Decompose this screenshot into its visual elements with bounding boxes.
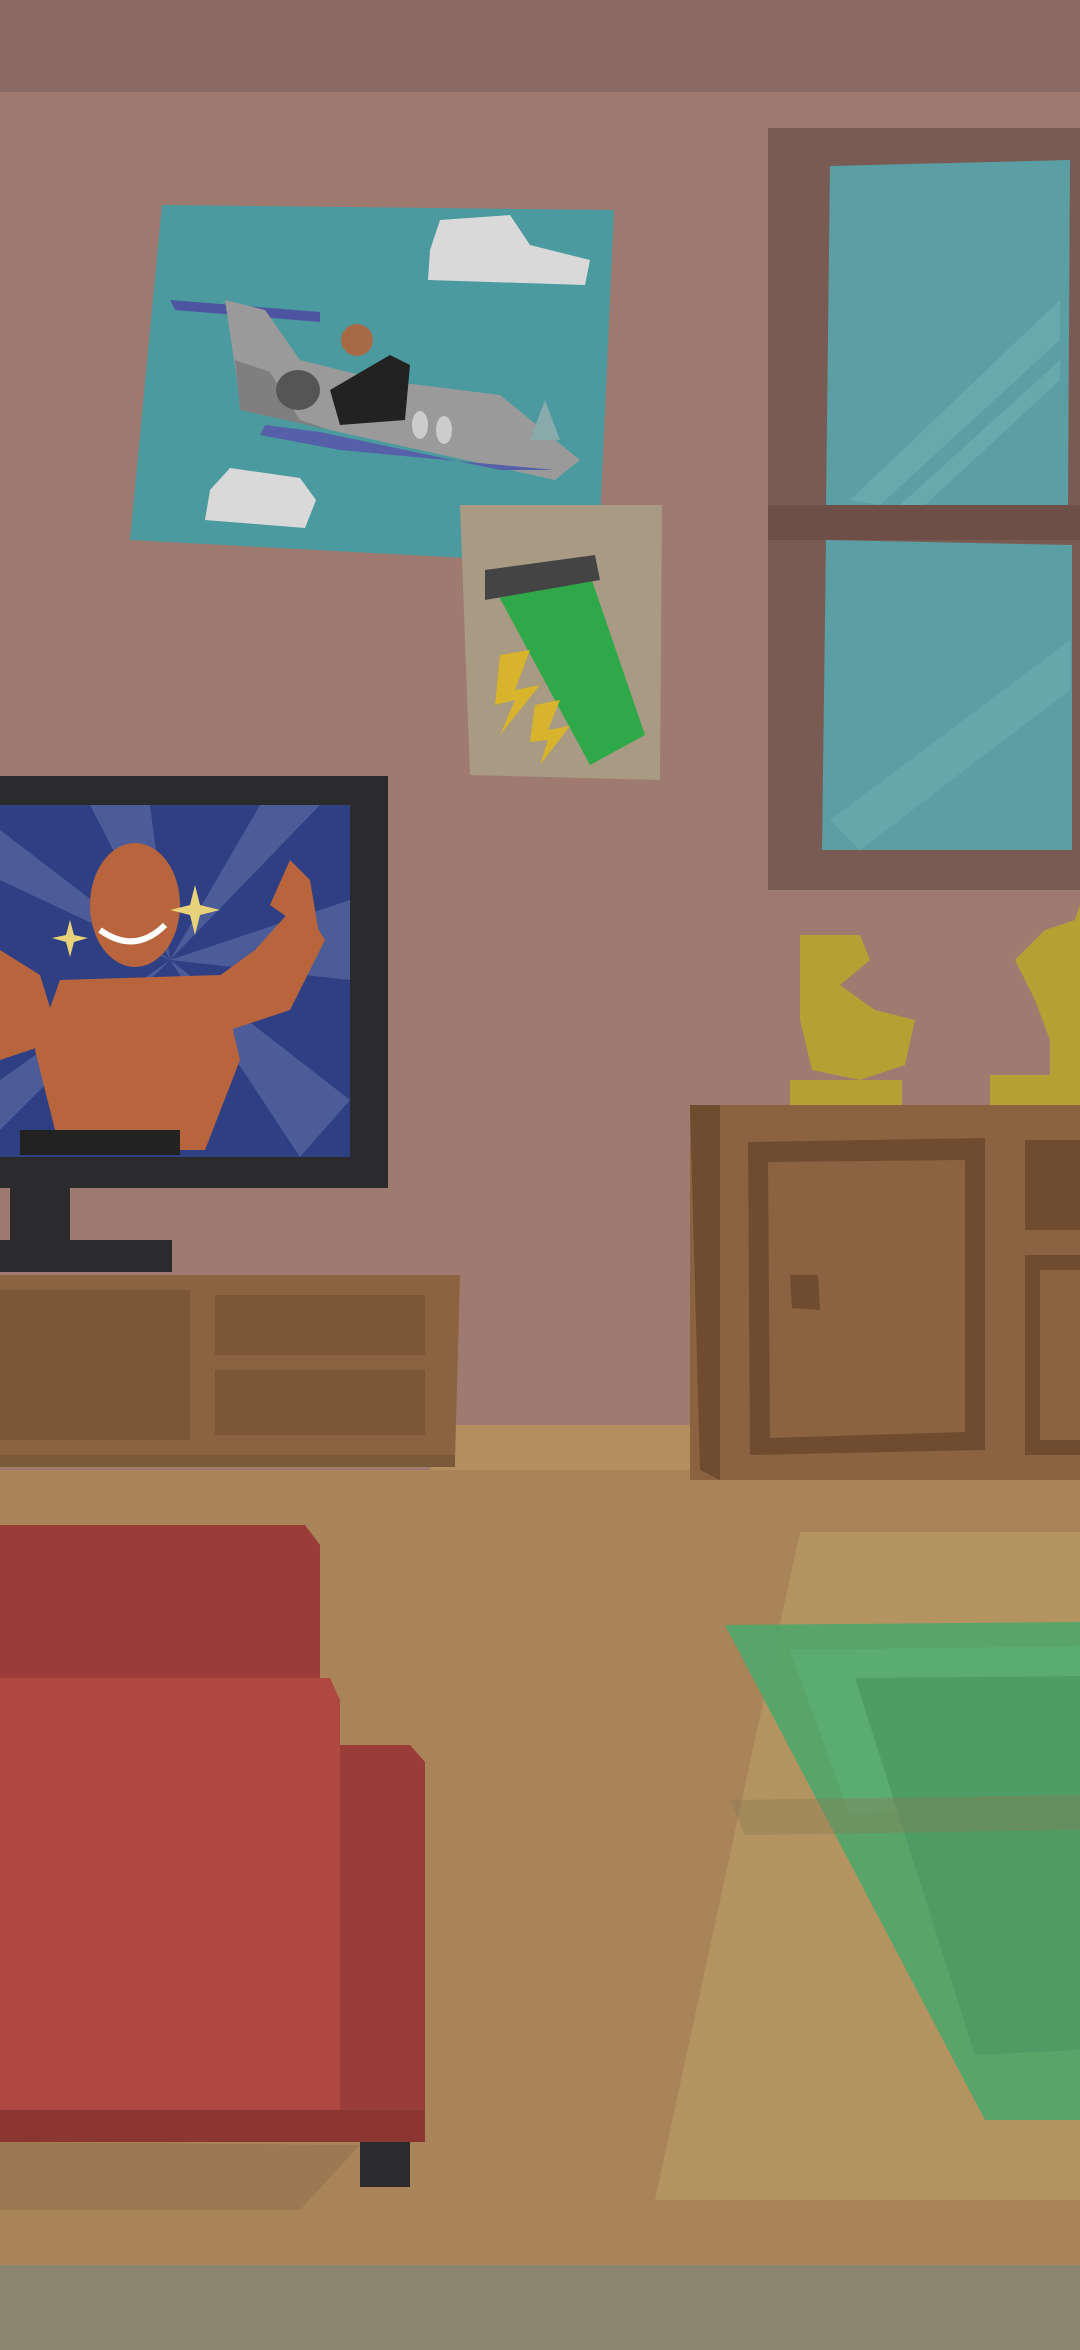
tv-screen bbox=[0, 805, 350, 1157]
cabinet bbox=[690, 1105, 1080, 1480]
floor-step bbox=[430, 1425, 710, 1470]
ceiling bbox=[0, 0, 1080, 92]
poster-energy-can bbox=[460, 505, 662, 780]
scene-canvas bbox=[0, 0, 1080, 2350]
tv-stand bbox=[0, 1275, 460, 1467]
game-scene bbox=[0, 0, 1080, 2350]
window bbox=[768, 128, 1080, 890]
floor-trim bbox=[0, 2265, 1080, 2350]
